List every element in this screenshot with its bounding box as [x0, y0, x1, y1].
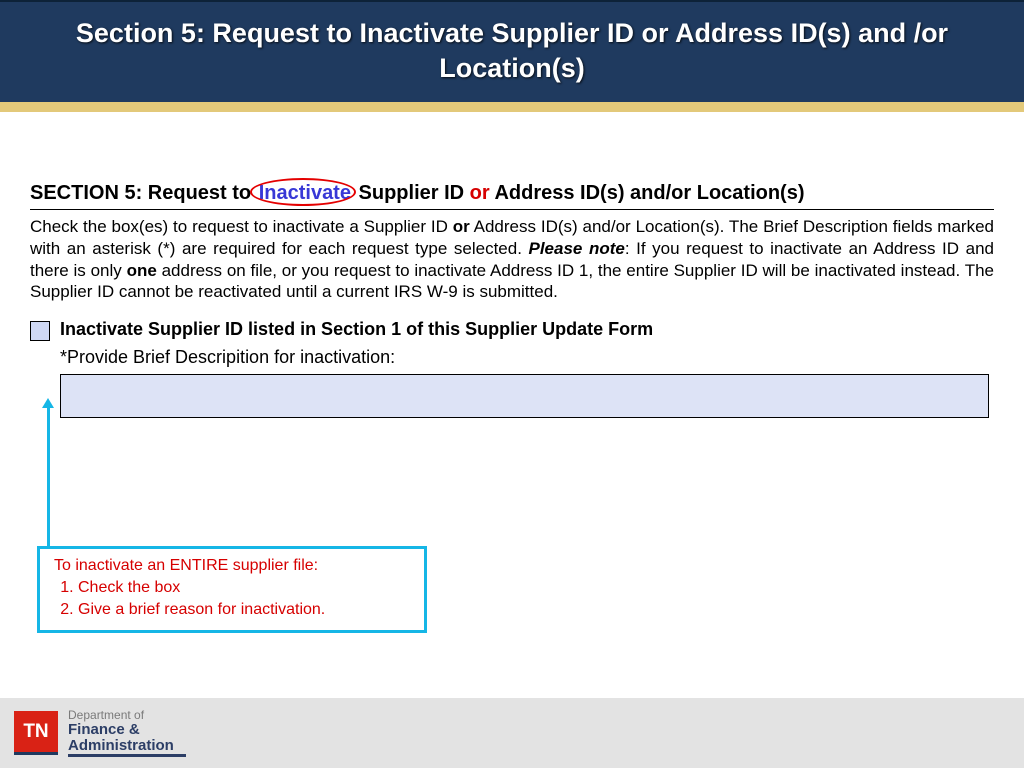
footer-bar: TN Department of Finance & Administratio…	[0, 698, 1024, 768]
instr-please-note: Please note	[529, 239, 625, 258]
heading-circled-word: Inactivate	[257, 182, 353, 205]
callout-box: To inactivate an ENTIRE supplier file: C…	[37, 546, 427, 633]
callout-step-2: Give a brief reason for inactivation.	[78, 599, 410, 621]
heading-mid: Supplier ID	[353, 182, 470, 204]
heading-or: or	[470, 182, 490, 204]
inactivate-supplier-checkbox[interactable]	[30, 321, 50, 341]
instr-part1: Check the box(es) to request to inactiva…	[30, 217, 453, 236]
description-field-label: *Provide Brief Descripition for inactiva…	[60, 347, 994, 368]
department-block: Department of Finance & Administration	[68, 709, 186, 757]
slide-header: Section 5: Request to Inactivate Supplie…	[0, 0, 1024, 102]
tn-logo: TN	[14, 711, 58, 755]
heading-prefix: SECTION 5: Request to	[30, 182, 257, 204]
checkbox-label: Inactivate Supplier ID listed in Section…	[60, 319, 653, 340]
instructions-paragraph: Check the box(es) to request to inactiva…	[30, 216, 994, 303]
circled-text: Inactivate	[259, 182, 351, 204]
checkbox-row: Inactivate Supplier ID listed in Section…	[30, 319, 994, 341]
dept-name-line2: Administration	[68, 738, 186, 754]
heading-suffix: Address ID(s) and/or Location(s)	[490, 182, 805, 204]
dept-underline	[68, 754, 186, 757]
callout-steps: Check the box Give a brief reason for in…	[54, 577, 410, 620]
dept-of-label: Department of	[68, 709, 186, 722]
instr-part4: address on file, or you request to inact…	[30, 261, 994, 302]
description-input[interactable]	[60, 374, 989, 418]
form-section-heading: SECTION 5: Request to Inactivate Supplie…	[30, 182, 994, 210]
content-area: SECTION 5: Request to Inactivate Supplie…	[0, 112, 1024, 418]
callout-title: To inactivate an ENTIRE supplier file:	[54, 557, 410, 575]
gold-divider	[0, 102, 1024, 112]
callout-step-1: Check the box	[78, 577, 410, 599]
callout-arrow-icon	[47, 406, 50, 548]
instr-one: one	[127, 261, 157, 280]
slide-title: Section 5: Request to Inactivate Supplie…	[20, 16, 1004, 86]
instr-or: or	[453, 217, 470, 236]
dept-name-line1: Finance &	[68, 722, 186, 738]
